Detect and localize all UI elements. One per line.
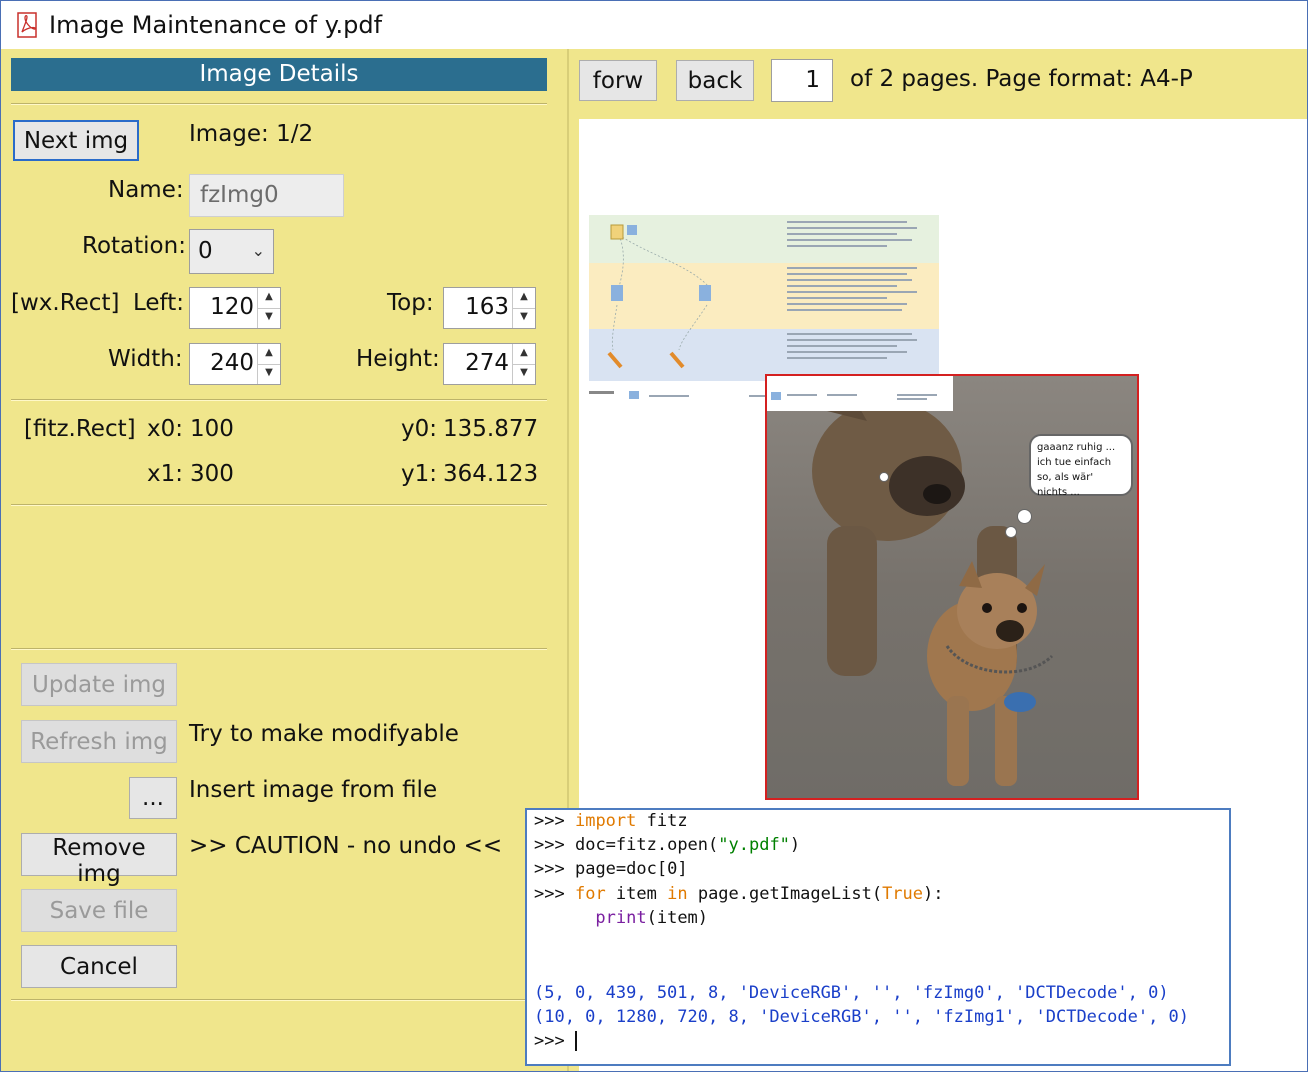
x0-label: x0: xyxy=(147,416,183,442)
spin-up-icon[interactable]: ▲ xyxy=(513,288,535,309)
legend-strip xyxy=(767,376,953,411)
left-spinner[interactable]: 120 ▲ ▼ xyxy=(189,287,281,329)
wx-rect-label: [wx.Rect] xyxy=(11,290,120,316)
page-number-input[interactable]: 1 xyxy=(771,59,833,102)
image-counter: Image: 1/2 xyxy=(189,121,314,147)
spin-up-icon[interactable]: ▲ xyxy=(258,288,280,309)
divider xyxy=(11,399,547,401)
speech-bubble: gaaanz ruhig ... ich tue einfach so, als… xyxy=(1029,434,1133,498)
fitz-rect-label: [fitz.Rect] xyxy=(24,416,136,442)
spin-down-icon[interactable]: ▼ xyxy=(513,308,535,328)
back-button[interactable]: back xyxy=(676,60,754,101)
legend-graphic xyxy=(771,392,937,400)
rotation-select[interactable]: 0 ⌄ xyxy=(189,229,274,274)
spin-up-icon[interactable]: ▲ xyxy=(513,344,535,365)
left-label: Left: xyxy=(133,290,185,316)
console-output: (10, 0, 1280, 720, 8, 'DeviceRGB', '', '… xyxy=(534,1007,1190,1027)
width-value: 240 xyxy=(210,350,254,376)
x1-value: 300 xyxy=(190,461,234,487)
title-bar: Image Maintenance of y.pdf xyxy=(1,1,1307,49)
refresh-image-button[interactable]: Refresh img xyxy=(21,720,177,763)
console-line: >>> doc=fitz.open("y.pdf") xyxy=(534,835,801,855)
y1-value: 364.123 xyxy=(443,461,539,487)
left-value: 120 xyxy=(210,294,254,320)
details-panel: Image Details Next img Image: 1/2 Name: … xyxy=(1,49,567,1071)
thought-dot xyxy=(879,472,889,482)
caution-text: >> CAUTION - no undo << xyxy=(189,833,503,859)
console-output: (5, 0, 439, 501, 8, 'DeviceRGB', '', 'fz… xyxy=(534,983,1169,1003)
y0-value: 135.877 xyxy=(443,416,539,442)
update-image-button[interactable]: Update img xyxy=(21,663,177,706)
height-label: Height: xyxy=(356,346,440,372)
insert-hint: Insert image from file xyxy=(189,777,438,803)
chevron-down-icon: ⌄ xyxy=(251,241,265,260)
height-value: 274 xyxy=(465,350,509,376)
width-label: Width: xyxy=(108,346,183,372)
cancel-button[interactable]: Cancel xyxy=(21,945,177,988)
console-line: >>> import fitz xyxy=(534,811,688,831)
height-spinner[interactable]: 274 ▲ ▼ xyxy=(443,343,536,385)
spin-down-icon[interactable]: ▼ xyxy=(513,364,535,384)
rotation-value: 0 xyxy=(198,238,213,264)
divider xyxy=(11,103,547,105)
console-line: >>> for item in page.getImageList(True): xyxy=(534,884,944,904)
refresh-hint: Try to make modifyable xyxy=(189,721,459,747)
spin-down-icon[interactable]: ▼ xyxy=(258,308,280,328)
top-spinner[interactable]: 163 ▲ ▼ xyxy=(443,287,536,329)
pdf-icon xyxy=(17,12,37,38)
width-spinner[interactable]: 240 ▲ ▼ xyxy=(189,343,281,385)
x0-value: 100 xyxy=(190,416,234,442)
divider xyxy=(11,648,547,650)
y0-label: y0: xyxy=(401,416,437,442)
browse-button[interactable]: ... xyxy=(129,777,177,819)
forward-button[interactable]: forw xyxy=(579,60,657,101)
console-prompt-line[interactable]: >>> xyxy=(534,1030,577,1052)
text-cursor xyxy=(574,1031,577,1051)
page-info: of 2 pages. Page format: A4-P xyxy=(850,66,1193,92)
console-line: print(item) xyxy=(595,908,709,928)
remove-image-button[interactable]: Remove img xyxy=(21,833,177,887)
python-console[interactable]: >>> import fitz >>> doc=fitz.open("y.pdf… xyxy=(525,808,1231,1066)
divider xyxy=(11,999,547,1001)
next-image-button[interactable]: Next img xyxy=(13,120,139,161)
rotation-label: Rotation: xyxy=(82,233,186,259)
spin-up-icon[interactable]: ▲ xyxy=(258,344,280,365)
console-line: >>> page=doc[0] xyxy=(534,859,688,879)
name-field[interactable]: fzImg0 xyxy=(189,174,344,217)
selected-image[interactable]: gaaanz ruhig ... ich tue einfach so, als… xyxy=(765,374,1139,800)
thought-dot xyxy=(1005,526,1017,538)
details-header: Image Details xyxy=(11,58,547,91)
spin-down-icon[interactable]: ▼ xyxy=(258,364,280,384)
divider xyxy=(11,504,547,506)
top-label: Top: xyxy=(387,290,434,316)
window-title: Image Maintenance of y.pdf xyxy=(49,11,383,39)
x1-label: x1: xyxy=(147,461,183,487)
save-file-button[interactable]: Save file xyxy=(21,889,177,932)
name-label: Name: xyxy=(108,177,184,203)
app-window: Image Maintenance of y.pdf Image Details… xyxy=(0,0,1308,1072)
thought-dot xyxy=(1017,509,1032,524)
y1-label: y1: xyxy=(401,461,437,487)
top-value: 163 xyxy=(465,294,509,320)
